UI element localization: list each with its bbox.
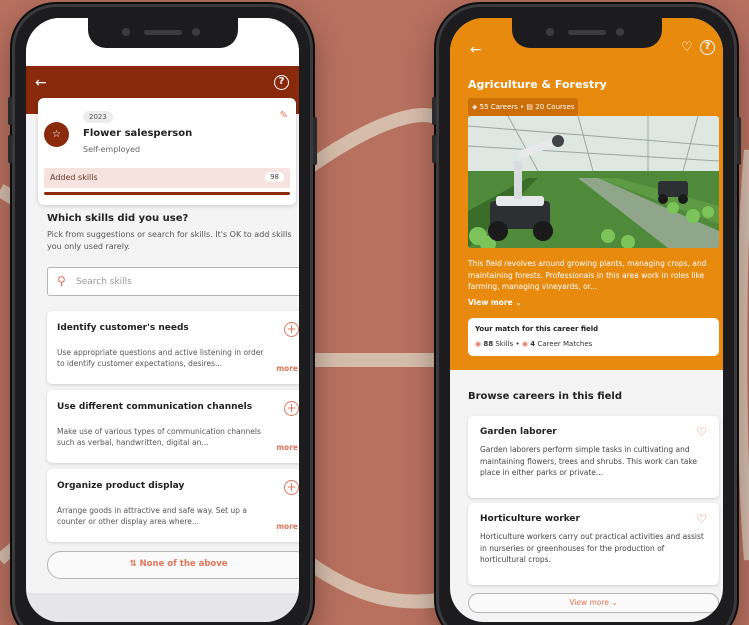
view-more-label: View more bbox=[468, 298, 513, 307]
volume-up-button bbox=[8, 97, 12, 125]
question-description: Pick from suggestions or search for skil… bbox=[47, 230, 292, 251]
skill-title: Identify customer's needs bbox=[57, 323, 189, 333]
power-button bbox=[737, 117, 741, 165]
skill-description: Make use of various types of communicati… bbox=[57, 427, 261, 447]
match-skills-label: Skills bbox=[495, 340, 514, 348]
none-of-the-above-button[interactable]: ⇅ None of the above bbox=[47, 551, 299, 579]
view-more-button-label: View more bbox=[569, 598, 609, 607]
question-title: Which skills did you use? bbox=[47, 213, 189, 224]
chevron-down-icon: ⌄ bbox=[611, 598, 618, 607]
pencil-icon[interactable]: ✎ bbox=[280, 110, 288, 121]
volume-down-button bbox=[432, 135, 436, 163]
notch bbox=[87, 18, 238, 48]
field-description: This field revolves around growing plant… bbox=[468, 259, 707, 291]
browse-careers-title: Browse careers in this field bbox=[468, 391, 622, 402]
job-card[interactable]: 2023 ☆ Flower salesperson Self-employed … bbox=[38, 98, 296, 205]
career-matches-icon: ◉ bbox=[521, 340, 529, 348]
notch bbox=[511, 18, 662, 48]
more-link[interactable]: more bbox=[276, 443, 298, 452]
arrow-left-icon[interactable]: ← bbox=[35, 76, 47, 90]
volume-up-button bbox=[432, 97, 436, 125]
skill-card[interactable]: Use different communication channels + M… bbox=[47, 390, 299, 463]
skill-description: Arrange goods in attractive and safe way… bbox=[57, 506, 247, 526]
heart-icon[interactable]: ♡ bbox=[681, 40, 693, 55]
year-badge: 2023 bbox=[83, 111, 113, 123]
skill-description: Use appropriate questions and active lis… bbox=[57, 348, 264, 368]
career-card[interactable]: Garden laborer ♡ Garden laborers perform… bbox=[468, 416, 719, 498]
heart-icon[interactable]: ♡ bbox=[696, 512, 707, 526]
screen-right: ← ♡ ? Agriculture & Forestry ◈ 55 Career… bbox=[450, 18, 723, 622]
skill-card[interactable]: Identify customer's needs + Use appropri… bbox=[47, 311, 299, 384]
career-icon: ◈ bbox=[472, 103, 478, 111]
view-more-button[interactable]: View more ⌄ bbox=[468, 593, 719, 613]
add-circle-icon[interactable]: + bbox=[284, 401, 299, 416]
career-title: Horticulture worker bbox=[480, 514, 580, 524]
field-hero: ← ♡ ? Agriculture & Forestry ◈ 55 Career… bbox=[450, 18, 723, 370]
skill-title: Organize product display bbox=[57, 481, 185, 491]
chevron-down-icon: ⌄ bbox=[515, 298, 522, 307]
bottom-area bbox=[26, 593, 299, 622]
skill-title: Use different communication channels bbox=[57, 402, 253, 412]
search-box[interactable]: ⚲ bbox=[47, 267, 299, 296]
field-title: Agriculture & Forestry bbox=[468, 78, 607, 91]
more-link[interactable]: more bbox=[276, 364, 298, 373]
skills-progress-bar bbox=[44, 192, 290, 195]
arrow-left-icon[interactable]: ← bbox=[470, 42, 482, 58]
screen-left: ← ? 2023 ☆ Flower salesperson Self-emplo… bbox=[26, 18, 299, 622]
courses-count: 20 Courses bbox=[535, 103, 575, 111]
career-card[interactable]: Horticulture worker ♡ Horticulture worke… bbox=[468, 503, 719, 585]
skills-icon: ◉ bbox=[475, 340, 482, 348]
match-title: Your match for this career field bbox=[475, 325, 599, 333]
careers-count: 55 Careers bbox=[479, 103, 518, 111]
added-skills-count: 98 bbox=[265, 172, 284, 182]
match-stats: ◉ 88 Skills • ◉ 4 Career Matches bbox=[475, 340, 593, 348]
none-of-the-above-label: None of the above bbox=[139, 559, 228, 569]
phone-frame-right: ← ♡ ? Agriculture & Forestry ◈ 55 Career… bbox=[432, 4, 741, 625]
search-input[interactable] bbox=[76, 273, 299, 290]
refresh-icon: ⇅ bbox=[129, 559, 137, 569]
match-careers-label: Career Matches bbox=[537, 340, 593, 348]
job-title: Flower salesperson bbox=[83, 128, 193, 139]
career-title: Garden laborer bbox=[480, 427, 557, 437]
added-skills-label: Added skills bbox=[50, 173, 98, 182]
skill-card[interactable]: Organize product display + Arrange goods… bbox=[47, 469, 299, 542]
greenhouse-robot-image bbox=[468, 116, 719, 248]
course-icon: ▤ bbox=[526, 103, 534, 111]
field-stats: ◈ 55 Careers • ▤ 20 Courses bbox=[468, 98, 579, 116]
view-more-link[interactable]: View more ⌄ bbox=[468, 298, 522, 307]
star-icon: ☆ bbox=[44, 122, 69, 147]
power-button bbox=[313, 117, 317, 165]
match-card[interactable]: Your match for this career field ◉ 88 Sk… bbox=[468, 318, 719, 356]
match-skills-number: 88 bbox=[483, 340, 494, 348]
career-description: Garden laborers perform simple tasks in … bbox=[480, 445, 698, 477]
heart-icon[interactable]: ♡ bbox=[696, 425, 707, 439]
added-skills-row: Added skills 98 bbox=[44, 168, 290, 188]
help-circle-icon[interactable]: ? bbox=[274, 75, 289, 90]
match-careers-number: 4 bbox=[530, 340, 536, 348]
career-description: Horticulture workers carry out practical… bbox=[480, 532, 704, 564]
more-link[interactable]: more bbox=[276, 522, 298, 531]
add-circle-icon[interactable]: + bbox=[284, 322, 299, 337]
help-circle-icon[interactable]: ? bbox=[700, 40, 715, 55]
add-circle-icon[interactable]: + bbox=[284, 480, 299, 495]
phone-frame-left: ← ? 2023 ☆ Flower salesperson Self-emplo… bbox=[8, 4, 317, 625]
job-employer: Self-employed bbox=[83, 145, 141, 154]
volume-down-button bbox=[8, 135, 12, 163]
search-icon: ⚲ bbox=[57, 274, 66, 288]
